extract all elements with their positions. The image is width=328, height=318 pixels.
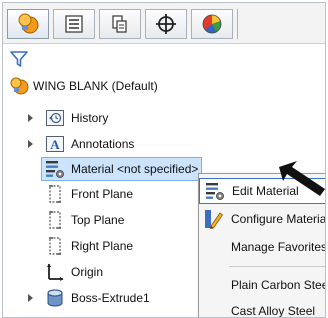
annotations-expander[interactable]	[28, 140, 33, 148]
origin-icon	[47, 263, 64, 281]
feature-manager-panel: WING BLANK (Default) History A Annotatio…	[2, 2, 326, 318]
menu-item-label: Cast Alloy Steel	[231, 304, 316, 318]
tab-feature-manager[interactable]	[7, 9, 49, 39]
tree-item-label: Annotations	[71, 137, 135, 151]
tree-item-label: Front Plane	[71, 187, 134, 201]
tree-root-label: WING BLANK (Default)	[33, 79, 158, 93]
menu-separator	[229, 266, 325, 267]
material-icon	[46, 161, 64, 178]
tab-configuration-manager[interactable]	[99, 9, 141, 39]
tree-item-label: Origin	[71, 265, 104, 279]
configuration-manager-icon	[112, 15, 127, 33]
dimxpert-manager-icon	[156, 14, 176, 34]
plane-icon	[49, 211, 61, 229]
tab-dimxpert-manager[interactable]	[145, 9, 187, 39]
menu-item-label: Plain Carbon Steel	[231, 278, 326, 292]
tree-item-origin[interactable]: Origin	[45, 261, 103, 283]
tree-item-front-plane[interactable]: Front Plane	[45, 183, 133, 205]
tree-root-part[interactable]: WING BLANK (Default)	[9, 75, 158, 97]
filter-icon[interactable]	[9, 49, 29, 69]
menu-item-cast-alloy-steel[interactable]: Cast Alloy Steel	[199, 298, 325, 318]
menu-item-label: Manage Favorites	[231, 240, 326, 254]
edit-material-icon	[206, 183, 224, 200]
pointer-arrow-icon	[279, 161, 325, 196]
tab-property-manager[interactable]	[53, 9, 95, 39]
tab-display-manager[interactable]	[191, 9, 233, 39]
configure-material-icon	[205, 210, 224, 229]
manager-toolbar	[3, 3, 325, 44]
tree-item-boss-extrude[interactable]: Boss-Extrude1	[45, 287, 150, 309]
tree-item-right-plane[interactable]: Right Plane	[45, 235, 133, 257]
boss-extrude-icon	[47, 289, 63, 307]
tree-item-label: Material <not specified>	[71, 162, 199, 176]
plane-icon	[49, 237, 61, 255]
display-manager-icon	[202, 14, 222, 34]
boss-extrude-expander[interactable]	[28, 294, 33, 302]
property-manager-icon	[65, 15, 83, 33]
annotations-icon: A	[46, 136, 64, 152]
part-icon	[10, 77, 29, 95]
tree-item-top-plane[interactable]: Top Plane	[45, 209, 124, 231]
toolbar-overflow-area	[237, 9, 325, 39]
tree-item-label: Top Plane	[71, 213, 125, 227]
feature-manager-icon	[18, 13, 39, 34]
menu-item-plain-carbon-steel[interactable]: Plain Carbon Steel	[199, 272, 326, 298]
tree-item-annotations[interactable]: A Annotations	[45, 133, 134, 155]
svg-text:A: A	[50, 137, 60, 152]
tree-item-history[interactable]: History	[45, 107, 108, 129]
plane-icon	[49, 185, 61, 203]
history-expander[interactable]	[28, 114, 33, 122]
menu-item-label: Configure Materia	[231, 212, 326, 226]
tree-item-label: History	[71, 111, 109, 125]
menu-item-configure-material[interactable]: Configure Materia	[199, 206, 326, 232]
history-icon	[46, 110, 64, 126]
tree-item-label: Boss-Extrude1	[71, 291, 150, 305]
menu-item-manage-favorites[interactable]: Manage Favorites	[199, 234, 326, 260]
tree-item-material[interactable]: Material <not specified>	[41, 157, 203, 181]
tree-item-label: Right Plane	[71, 239, 134, 253]
